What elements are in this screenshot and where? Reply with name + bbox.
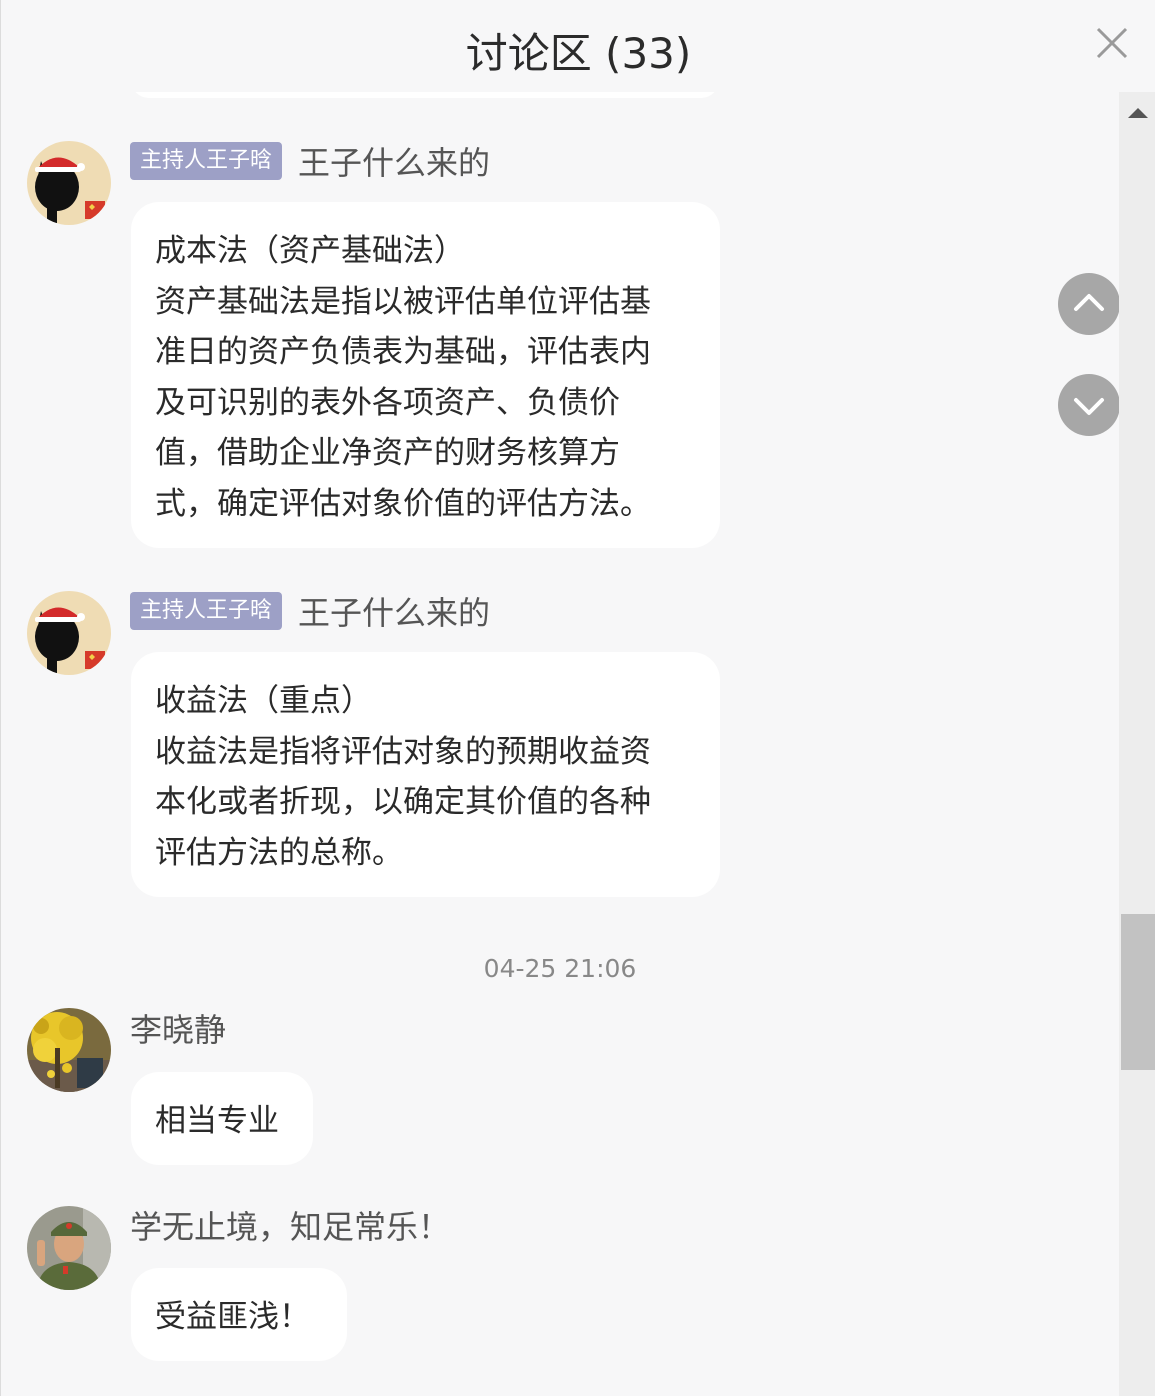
avatar[interactable] [27,1206,111,1290]
chevron-down-icon [1074,398,1104,415]
author-name: 学无止境，知足常乐！ [130,1208,451,1246]
cat-santa-avatar [27,591,111,675]
message-header: 李晓静 [130,1007,226,1049]
message-text-line: 评估方法的总称。 [155,834,403,871]
message-bubble: 成本法（资产基础法） 资产基础法是指以被评估单位评估基 准日的资产负债表为基础，… [131,202,720,548]
message-bubble: 收益法（重点） 收益法是指将评估对象的预期收益资 本化或者折现，以确定其价值的各… [131,652,720,897]
scroll-up-arrow-icon[interactable] [1128,108,1148,118]
message-text-line: 收益法是指将评估对象的预期收益资 [155,733,651,770]
message-header: 主持人王子晗 王子什么来的 [130,590,490,632]
avatar[interactable] [27,1008,111,1092]
panel-header: 讨论区 (33) [1,0,1155,92]
cat-santa-avatar [27,141,111,225]
message-bubble: 相当专业 [131,1072,313,1165]
message-text-line: 及可识别的表外各项资产、负债价 [155,384,620,421]
close-button[interactable] [1091,22,1133,64]
message-header: 学无止境，知足常乐！ [130,1204,450,1246]
author-name: 王子什么来的 [298,144,491,182]
host-badge: 主持人王子晗 [130,142,283,180]
chevron-up-icon [1074,294,1104,311]
scrollbar-thumb[interactable] [1121,914,1155,1070]
message-text-line: 相当专业 [155,1103,279,1139]
message-timestamp: 04-25 21:06 [483,954,637,983]
avatar[interactable] [27,141,111,225]
soldier-portrait-avatar [27,1206,111,1290]
author-name: 王子什么来的 [298,594,491,632]
ginkgo-tree-avatar [27,1008,111,1092]
message-list[interactable]: 主持人王子晗 王子什么来的 成本法（资产基础法） 资产基础法是指以被评估单位评估… [1,92,1119,1396]
message-bubble: 受益匪浅！ [131,1268,347,1361]
message-text-line: 本化或者折现，以确定其价值的各种 [155,784,651,820]
close-icon [1096,27,1128,59]
message-header: 主持人王子晗 王子什么来的 [130,140,490,182]
message-text-line: 收益法（重点） [155,683,372,719]
message-text-line: 成本法（资产基础法） [155,233,465,269]
scroll-up-button[interactable] [1058,273,1120,335]
discussion-panel: 讨论区 (33) 主持人王子晗 王子什么来的 成本法（资产基础法） 资产基础法是… [0,0,1155,1396]
scrollbar[interactable] [1119,92,1155,1396]
avatar[interactable] [27,591,111,675]
scroll-down-button[interactable] [1058,374,1120,436]
message-text-line: 受益匪浅！ [155,1299,310,1335]
message-text-line: 准日的资产负债表为基础，评估表内 [155,334,651,370]
host-badge: 主持人王子晗 [130,592,283,630]
message-text-line: 值，借助企业净资产的财务核算方 [155,435,620,471]
panel-title: 讨论区 (33) [465,29,692,78]
previous-message-bubble [131,92,719,98]
message-text-line: 资产基础法是指以被评估单位评估基 [155,283,651,320]
author-name: 李晓静 [130,1011,227,1049]
message-text-line: 式，确定评估对象价值的评估方法。 [155,485,651,522]
